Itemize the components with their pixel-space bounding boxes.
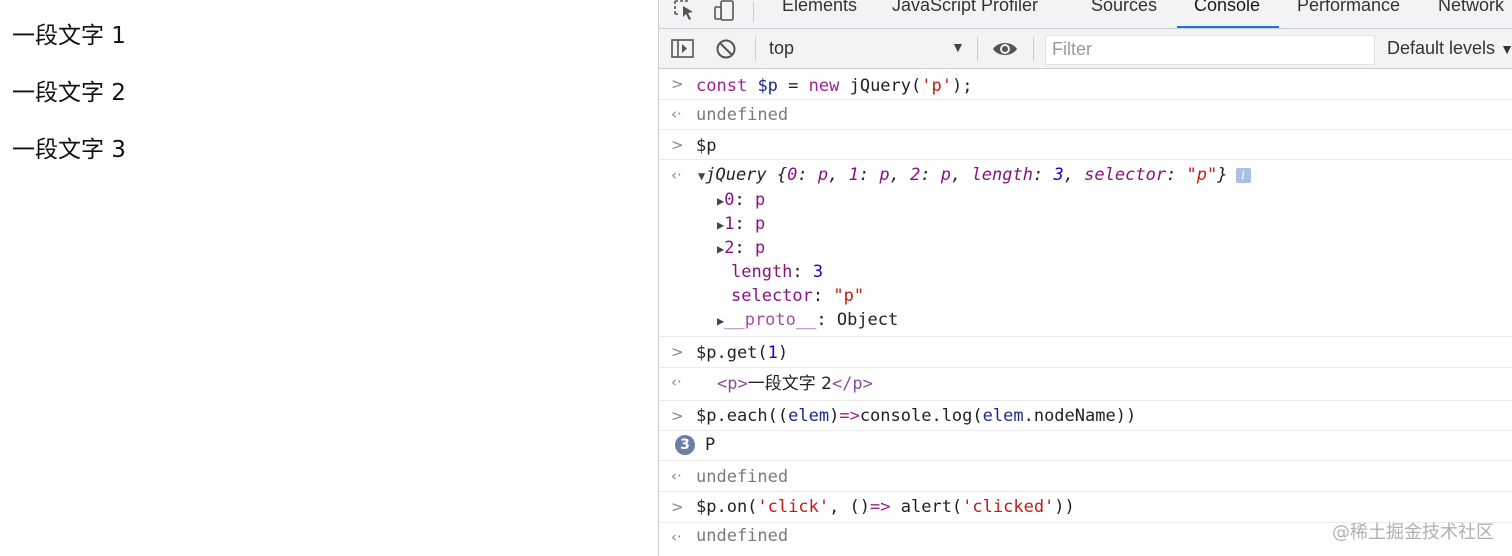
repeat-count-badge: 3 bbox=[675, 435, 695, 455]
console-input-row: > $p.get(1) bbox=[659, 337, 1512, 368]
page-content: 一段文字 1 一段文字 2 一段文字 3 bbox=[0, 0, 658, 556]
toolbar-separator bbox=[977, 37, 978, 61]
toolbar-separator bbox=[1033, 37, 1034, 61]
prompt-chevron-icon: > bbox=[671, 75, 684, 93]
result-arrow-icon: ‹· bbox=[671, 373, 682, 391]
object-property-selector: selector: "p" bbox=[731, 286, 865, 306]
context-selector[interactable]: top bbox=[769, 38, 794, 59]
object-property-proto[interactable]: ▶__proto__: Object bbox=[717, 309, 898, 332]
active-tab-indicator bbox=[1177, 26, 1279, 28]
log-levels-dropdown[interactable]: Default levels ▼ bbox=[1387, 38, 1512, 59]
filter-box bbox=[1045, 35, 1375, 65]
tab-elements[interactable]: Elements bbox=[782, 0, 857, 16]
paragraph-3: 一段文字 3 bbox=[12, 137, 126, 163]
prompt-chevron-icon: > bbox=[671, 136, 684, 154]
console-result-row: ‹· undefined bbox=[659, 100, 1512, 130]
console-toolbar: top ▼ Default levels ▼ bbox=[659, 29, 1512, 69]
prompt-chevron-icon: > bbox=[671, 343, 684, 361]
devtools-tabbar: Elements JavaScript Profiler Sources Con… bbox=[659, 0, 1512, 29]
chevron-down-icon[interactable]: ▼ bbox=[951, 39, 965, 55]
console-object-row: ‹· ▼jQuery {0: p, 1: p, 2: p, length: 3,… bbox=[659, 160, 1512, 337]
tab-javascript-profiler[interactable]: JavaScript Profiler bbox=[892, 0, 1038, 16]
eye-icon[interactable] bbox=[992, 39, 1018, 61]
tab-performance[interactable]: Performance bbox=[1297, 0, 1400, 16]
console-result: undefined bbox=[696, 105, 789, 125]
console-result-row: ‹· undefined bbox=[659, 461, 1512, 492]
console-input-row: > $p.each((elem)=>console.log(elem.nodeN… bbox=[659, 401, 1512, 431]
watermark: @稀土掘金技术社区 bbox=[1332, 522, 1494, 543]
result-arrow-icon: ‹· bbox=[671, 528, 682, 546]
console-result: undefined bbox=[696, 467, 789, 487]
tab-console[interactable]: Console bbox=[1194, 0, 1260, 16]
console-command[interactable]: $p.on('click', ()=> alert('clicked')) bbox=[696, 496, 1075, 518]
console-log-row: 3 P bbox=[659, 431, 1512, 461]
tab-separator bbox=[753, 2, 754, 22]
sidebar-toggle-icon[interactable] bbox=[671, 38, 695, 60]
toolbar-separator bbox=[755, 37, 756, 61]
console-command[interactable]: $p.get(1) bbox=[696, 342, 788, 364]
paragraph-1: 一段文字 1 bbox=[12, 23, 126, 49]
console-command[interactable]: const $p = new jQuery('p'); bbox=[696, 75, 972, 97]
info-icon[interactable]: i bbox=[1235, 168, 1251, 183]
inspect-element-icon[interactable] bbox=[673, 0, 697, 22]
tab-network[interactable]: Network bbox=[1438, 0, 1504, 16]
console-log-message: P bbox=[705, 435, 716, 455]
console-command[interactable]: $p bbox=[696, 135, 716, 157]
jquery-object-summary[interactable]: ▼jQuery {0: p, 1: p, 2: p, length: 3, se… bbox=[698, 164, 1251, 187]
object-entry[interactable]: ▶1: p bbox=[717, 213, 765, 236]
object-entry[interactable]: ▶0: p bbox=[717, 189, 765, 212]
result-arrow-icon: ‹· bbox=[671, 467, 682, 485]
console-result-row: ‹· <p>一段文字 2</p> bbox=[659, 368, 1512, 401]
console-input-row: > const $p = new jQuery('p'); bbox=[659, 69, 1512, 100]
prompt-chevron-icon: > bbox=[671, 407, 684, 425]
console-result: undefined bbox=[696, 526, 789, 546]
dom-node-result[interactable]: <p>一段文字 2</p> bbox=[717, 373, 873, 395]
console-command[interactable]: $p.each((elem)=>console.log(elem.nodeNam… bbox=[696, 405, 1136, 427]
clear-console-icon[interactable] bbox=[715, 38, 737, 60]
console-input-row: > $p bbox=[659, 130, 1512, 160]
device-toolbar-icon[interactable] bbox=[713, 0, 737, 22]
filter-input[interactable] bbox=[1046, 36, 1368, 62]
log-levels-label: Default levels bbox=[1387, 38, 1496, 58]
devtools-panel: Elements JavaScript Profiler Sources Con… bbox=[658, 0, 1512, 556]
object-property-length: length: 3 bbox=[731, 262, 824, 282]
result-arrow-icon: ‹· bbox=[671, 166, 682, 184]
console-output[interactable]: > const $p = new jQuery('p'); ‹· undefin… bbox=[659, 69, 1512, 556]
paragraph-2: 一段文字 2 bbox=[12, 80, 126, 106]
object-entry[interactable]: ▶2: p bbox=[717, 237, 765, 260]
prompt-chevron-icon: > bbox=[671, 498, 684, 516]
chevron-down-icon: ▼ bbox=[1500, 41, 1512, 57]
result-arrow-icon: ‹· bbox=[671, 105, 682, 123]
tab-sources[interactable]: Sources bbox=[1091, 0, 1157, 16]
